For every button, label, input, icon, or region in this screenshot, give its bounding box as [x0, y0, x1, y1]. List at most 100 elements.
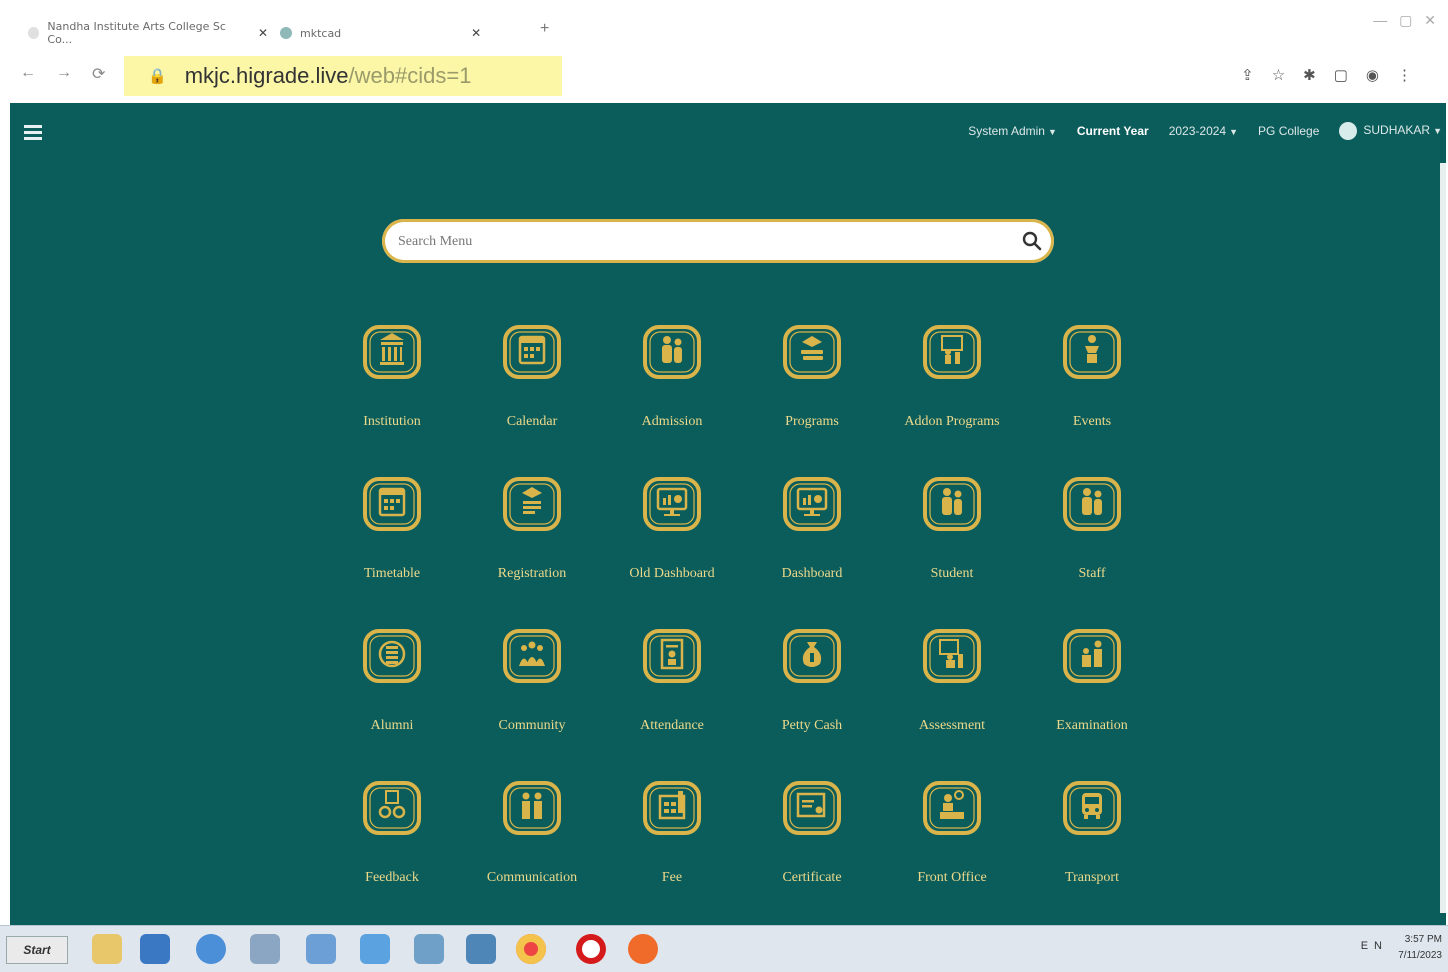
examination-icon — [1063, 629, 1121, 683]
menu-tile-examination[interactable]: Examination — [1022, 622, 1162, 774]
institution-icon — [363, 325, 421, 379]
menu-tile-community[interactable]: Community — [462, 622, 602, 774]
menu-tile-transport[interactable]: Transport — [1022, 774, 1162, 926]
menu-tile-label: Transport — [1065, 870, 1119, 885]
old-dashboard-icon — [643, 477, 701, 531]
tab-close-icon[interactable]: ✕ — [471, 26, 481, 40]
paint-icon[interactable] — [360, 934, 390, 964]
browser-tab[interactable]: Nandha Institute Arts College Sc Co... ✕ — [28, 20, 268, 46]
menu-tile-staff[interactable]: Staff — [1022, 470, 1162, 622]
browser-toolbar-icons[interactable]: ⇪☆✱▢◉⋮ — [1241, 66, 1430, 84]
menu-tile-label: Front Office — [917, 870, 987, 885]
dashboard-icon — [783, 477, 841, 531]
browser-tab-strip: Nandha Institute Arts College Sc Co... ✕… — [0, 0, 1448, 50]
year-switcher[interactable]: 2023-2024 ▼ — [1169, 124, 1238, 138]
reload-icon[interactable]: ⟳ — [92, 64, 105, 84]
firefox-icon[interactable] — [628, 934, 658, 964]
staff-icon — [1063, 477, 1121, 531]
menu-tile-certificate[interactable]: Certificate — [742, 774, 882, 926]
menu-tile-attendance[interactable]: Attendance — [602, 622, 742, 774]
menu-tile-timetable[interactable]: Timetable — [322, 470, 462, 622]
menu-tile-institution[interactable]: Institution — [322, 318, 462, 470]
window-controls[interactable]: — ▢ ✕ — [1373, 12, 1440, 29]
fee-icon — [643, 781, 701, 835]
lock-icon: 🔒 — [148, 68, 167, 85]
programs-icon — [783, 325, 841, 379]
forward-icon[interactable]: → — [56, 64, 72, 82]
system-tray[interactable]: EN — [1361, 940, 1388, 952]
menu-tile-alumni[interactable]: Alumni — [322, 622, 462, 774]
menu-tile-events[interactable]: Events — [1022, 318, 1162, 470]
os-taskbar: Start EN 3:57 PM 7/11/2023 — [0, 925, 1448, 972]
menu-tile-label: Admission — [641, 414, 703, 429]
feedback-icon — [363, 781, 421, 835]
opera-icon[interactable] — [576, 934, 606, 964]
menu-tile-admission[interactable]: Admission — [602, 318, 742, 470]
menu-tile-old-dashboard[interactable]: Old Dashboard — [602, 470, 742, 622]
menu-tile-label: Events — [1072, 414, 1112, 429]
menu-tile-label: Alumni — [370, 718, 414, 733]
back-icon[interactable]: ← — [20, 64, 36, 82]
community-icon — [503, 629, 561, 683]
menu-tile-programs[interactable]: Programs — [742, 318, 882, 470]
recycle-icon[interactable] — [250, 934, 280, 964]
tab-close-icon[interactable]: ✕ — [258, 26, 268, 40]
search-icon[interactable] — [1020, 229, 1044, 253]
college-label[interactable]: PG College — [1258, 124, 1319, 138]
menu-tile-petty-cash[interactable]: Petty Cash — [742, 622, 882, 774]
menu-tile-label: Programs — [785, 414, 839, 429]
menu-tile-label: Examination — [1056, 718, 1128, 733]
start-button[interactable]: Start — [6, 936, 68, 964]
sound-icon[interactable] — [414, 934, 444, 964]
app-topbar: System Admin ▼ Current Year 2023-2024 ▼ PG… — [10, 103, 1446, 159]
apps-menu-icon[interactable] — [24, 125, 42, 141]
assessment-icon — [923, 629, 981, 683]
media-icon[interactable] — [196, 934, 226, 964]
tab-title: mktcad — [300, 26, 342, 40]
menu-tile-label: Fee — [661, 870, 683, 885]
menu-tile-addon-programs[interactable]: Addon Programs — [882, 318, 1022, 470]
front-office-icon — [923, 781, 981, 835]
tab-favicon-icon — [28, 27, 40, 39]
menu-tile-registration[interactable]: Registration — [462, 470, 602, 622]
menu-tile-student[interactable]: Student — [882, 470, 1022, 622]
taskbar-clock[interactable]: 3:57 PM 7/11/2023 — [1398, 932, 1442, 964]
menu-tile-feedback[interactable]: Feedback — [322, 774, 462, 926]
petty-cash-icon — [783, 629, 841, 683]
menu-tile-label: Communication — [486, 870, 578, 885]
menu-tile-label: Staff — [1078, 566, 1106, 581]
timetable-icon — [363, 477, 421, 531]
menu-tile-label: Community — [498, 718, 566, 733]
certificate-icon — [783, 781, 841, 835]
network-icon[interactable] — [466, 934, 496, 964]
menu-tile-calendar[interactable]: Calendar — [462, 318, 602, 470]
menu-tile-assessment[interactable]: Assessment — [882, 622, 1022, 774]
app-home: System Admin ▼ Current Year 2023-2024 ▼ PG… — [10, 103, 1446, 925]
search-input[interactable] — [396, 229, 1000, 255]
menu-tile-front-office[interactable]: Front Office — [882, 774, 1022, 926]
topbar-nav: System Admin ▼ Current Year 2023-2024 ▼ PG… — [968, 122, 1442, 140]
avatar — [1339, 122, 1358, 140]
user-menu[interactable]: SUDHAKAR ▼ — [1339, 122, 1442, 140]
admission-icon — [643, 325, 701, 379]
alumni-icon — [363, 629, 421, 683]
role-switcher[interactable]: System Admin ▼ — [968, 124, 1057, 138]
url-bar[interactable]: 🔒 mkjc.higrade.live/web#cids=1 — [124, 56, 562, 96]
browser-tab-active[interactable]: mktcad ✕ — [280, 20, 530, 46]
ie-icon[interactable] — [140, 934, 170, 964]
menu-tile-label: Assessment — [918, 718, 986, 733]
menu-tile-dashboard[interactable]: Dashboard — [742, 470, 882, 622]
menu-tile-communication[interactable]: Communication — [462, 774, 602, 926]
tab-favicon-icon — [280, 27, 292, 39]
explorer-icon[interactable] — [92, 934, 122, 964]
chrome-icon[interactable] — [516, 934, 546, 964]
new-tab-icon[interactable]: + — [540, 20, 549, 38]
url-path: /web#cids=1 — [348, 63, 472, 88]
mail-icon[interactable] — [306, 934, 336, 964]
menu-tile-label: Attendance — [640, 718, 704, 733]
communication-icon — [503, 781, 561, 835]
menu-tile-fee[interactable]: Fee — [602, 774, 742, 926]
scrollbar[interactable] — [1440, 163, 1446, 913]
url-host: mkjc.higrade.live — [184, 63, 349, 88]
registration-icon — [503, 477, 561, 531]
